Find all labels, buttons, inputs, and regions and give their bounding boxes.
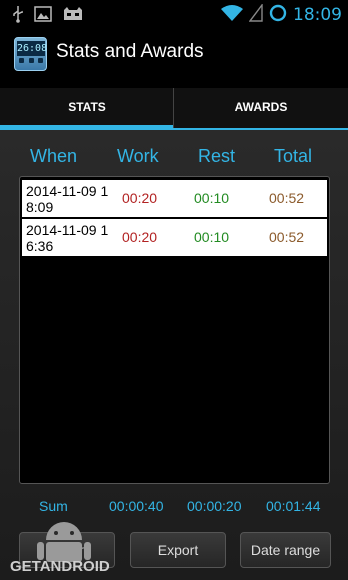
export-button[interactable]: Export	[130, 532, 226, 568]
cell-total: 00:52	[269, 190, 305, 206]
cell-when: 2014-11-09 16:36	[26, 222, 109, 254]
wifi-icon	[221, 4, 243, 26]
cell-rest: 00:10	[194, 229, 230, 245]
app-icon-digits: 26:08	[17, 41, 48, 56]
app-logo-icon[interactable]: 26:08	[14, 37, 47, 71]
tab-awards[interactable]: AWARDS	[174, 88, 348, 130]
cell-total: 00:52	[269, 229, 305, 245]
date-range-button[interactable]: Date range	[240, 532, 331, 568]
cell-when: 2014-11-09 18:09	[26, 183, 109, 215]
sum-work: 00:00:40	[109, 498, 164, 514]
header-when: When	[30, 146, 78, 166]
cell-work: 00:20	[122, 229, 158, 245]
column-headers: When Work Rest Total	[0, 146, 348, 172]
sum-total: 00:01:44	[266, 498, 321, 514]
image-icon	[34, 6, 52, 26]
status-bar: 18:09	[0, 0, 348, 30]
table-row[interactable]: 2014-11-09 18:09 00:20 00:10 00:52	[22, 180, 327, 217]
page-title: Stats and Awards	[56, 41, 204, 62]
sync-icon	[269, 4, 287, 26]
tab-awards-label: AWARDS	[234, 100, 288, 114]
cell-work: 00:20	[122, 190, 158, 206]
header-total: Total	[274, 146, 313, 166]
action-bar: 26:08 Stats and Awards	[0, 30, 348, 78]
app-icon-buttons	[19, 58, 43, 66]
stats-list[interactable]: 2014-11-09 18:09 00:20 00:10 00:52 2014-…	[19, 176, 330, 484]
header-work: Work	[117, 146, 159, 166]
table-row[interactable]: 2014-11-09 16:36 00:20 00:10 00:52	[22, 219, 327, 256]
header-rest: Rest	[198, 146, 236, 166]
import-button[interactable]: Import	[19, 532, 115, 568]
cell-rest: 00:10	[194, 190, 230, 206]
sum-rest: 00:00:20	[187, 498, 242, 514]
signal-icon	[248, 2, 263, 26]
tab-stats-label: STATS	[68, 100, 106, 114]
usb-icon	[12, 5, 24, 27]
stats-content: When Work Rest Total 2014-11-09 18:09 00…	[0, 130, 348, 580]
status-time: 18:09	[293, 5, 342, 25]
tab-stats[interactable]: STATS	[0, 88, 174, 130]
cyanogen-icon	[62, 6, 84, 26]
tab-bar: STATS AWARDS	[0, 88, 348, 130]
sum-label: Sum	[39, 498, 68, 514]
sum-row: Sum 00:00:40 00:00:20 00:01:44	[0, 498, 348, 518]
